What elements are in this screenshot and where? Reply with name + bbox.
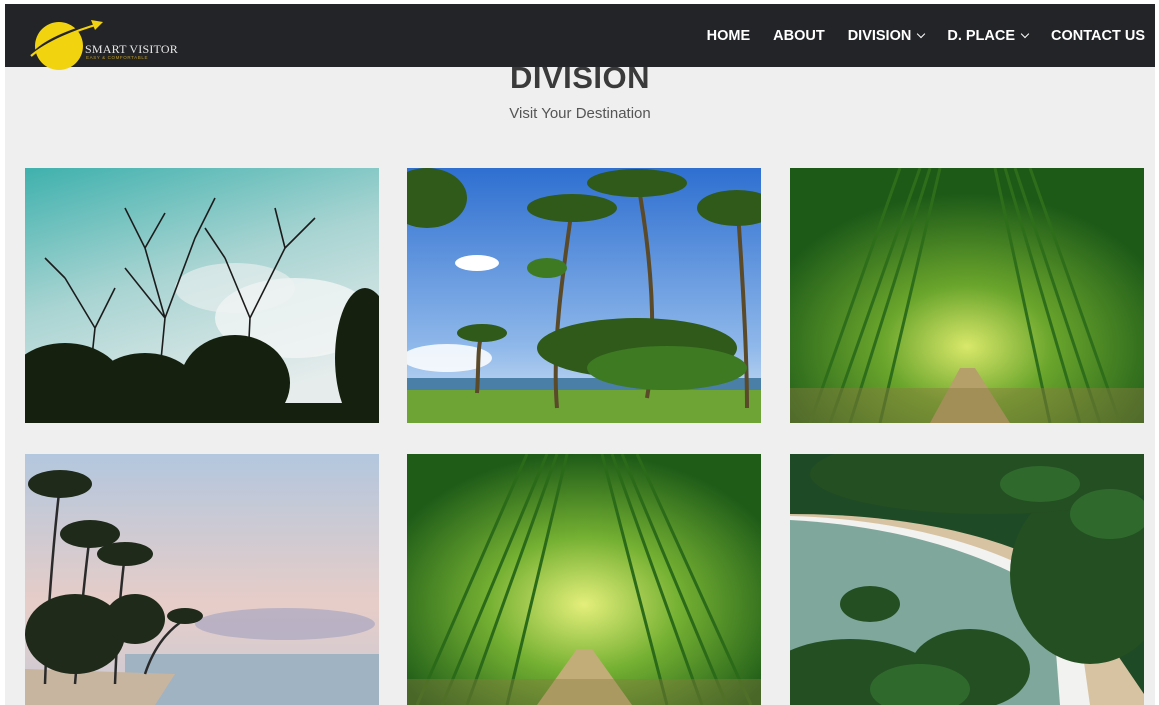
nav-d-place[interactable]: D. PLACE [947, 27, 1030, 44]
brand-tagline: EASY & COMFORTABLE [86, 55, 149, 60]
navbar: SMART VISITOR EASY & COMFORTABLE HOME AB… [5, 4, 1155, 70]
gallery-image-palm-sunset[interactable] [25, 454, 379, 705]
nav-about-label: ABOUT [773, 27, 825, 44]
nav-division[interactable]: DIVISION [847, 27, 926, 44]
chevron-down-icon [917, 29, 926, 38]
gallery-image-bamboo-tunnel[interactable] [790, 168, 1144, 423]
gallery-image-bare-trees[interactable] [25, 168, 379, 423]
nav-contact-us-label: CONTACT US [1051, 27, 1145, 44]
gallery-image-bamboo-tunnel-2[interactable] [407, 454, 761, 705]
nav-contact-us[interactable]: CONTACT US [1051, 28, 1145, 44]
nav-home[interactable]: HOME [707, 28, 751, 44]
nav-about[interactable]: ABOUT [773, 28, 825, 44]
nav-d-place-label: D. PLACE [947, 27, 1016, 44]
gallery-image-tropical-cove[interactable] [790, 454, 1144, 705]
gallery-image-palm-beach[interactable] [407, 168, 761, 423]
section-subtitle: Visit Your Destination [509, 105, 651, 122]
page: SMART VISITOR EASY & COMFORTABLE HOME AB… [5, 4, 1155, 705]
brand-logo[interactable]: SMART VISITOR EASY & COMFORTABLE [29, 18, 179, 74]
nav-division-label: DIVISION [847, 27, 912, 44]
main-nav: HOME ABOUT DIVISION D. PLACE CONTACT US [684, 4, 1145, 67]
chevron-down-icon [1020, 29, 1030, 38]
nav-home-label: HOME [706, 27, 751, 44]
